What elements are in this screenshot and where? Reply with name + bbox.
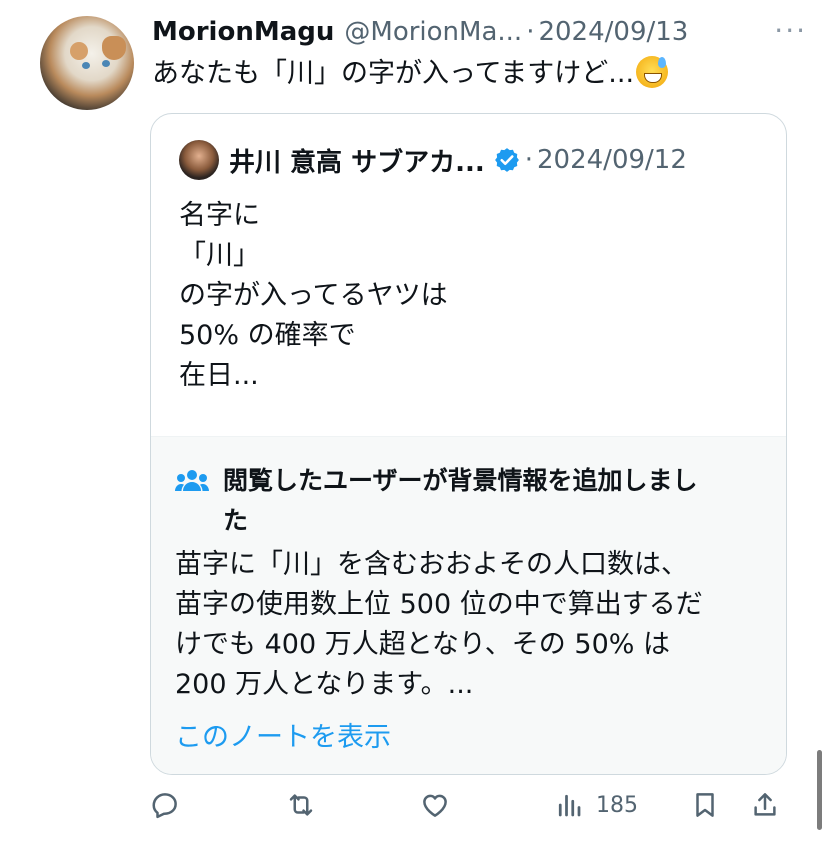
quoted-avatar[interactable] — [179, 140, 219, 180]
reply-icon — [152, 793, 177, 819]
more-options-button[interactable]: ··· — [774, 14, 807, 47]
tweet-header: MorionMagu @MorionMa... · 2024/09/13 ··· — [152, 14, 807, 50]
retweet-icon — [289, 794, 313, 816]
quoted-display-name[interactable]: 井川 意高 サブアカ... — [229, 142, 485, 179]
share-icon — [754, 793, 776, 816]
avatar-ear — [70, 42, 88, 60]
avatar-eye — [102, 60, 110, 67]
grinning-sweat-emoji — [636, 56, 669, 88]
quoted-line: 50% の確率で — [179, 320, 356, 351]
note-title: 閲覧したユーザーが背景情報を追加しまし た — [223, 461, 762, 541]
show-note-link[interactable]: このノートを表示 — [175, 715, 391, 754]
reply-button[interactable] — [150, 790, 180, 820]
note-line: 苗字に「川」を含むおおよその人口数は、 — [175, 549, 688, 580]
avatar-eye — [82, 62, 90, 69]
community-note: 閲覧したユーザーが背景情報を追加しまし た 苗字に「川」を含むおおよその人口数は… — [151, 436, 786, 774]
views-icon — [558, 794, 581, 817]
tweet-text: あなたも「川」の字が入ってますけど... — [152, 54, 669, 94]
bookmark-icon — [696, 793, 714, 817]
verified-badge-icon — [494, 148, 519, 172]
separator: · — [524, 145, 534, 175]
tweet-date[interactable]: 2024/09/13 — [538, 17, 688, 47]
avatar-ear — [102, 36, 126, 60]
note-title-line: た — [223, 506, 249, 535]
quoted-line: 在日... — [179, 360, 259, 391]
separator: · — [526, 17, 535, 47]
quoted-date[interactable]: 2024/09/12 — [537, 145, 687, 175]
views-count: 185 — [596, 792, 638, 818]
avatar[interactable] — [40, 16, 134, 110]
note-line: 苗字の使用数上位 500 位の中で算出するだ — [175, 589, 703, 620]
share-button[interactable] — [750, 790, 780, 820]
note-text: 苗字に「川」を含むおおよその人口数は、 苗字の使用数上位 500 位の中で算出す… — [175, 545, 764, 705]
views-button[interactable]: 185 — [554, 790, 638, 820]
quoted-line: の字が入ってるヤツは — [179, 280, 448, 311]
display-name[interactable]: MorionMagu — [152, 17, 334, 47]
quoted-tweet-text: 名字に 「川」 の字が入ってるヤツは 50% の確率で 在日... — [179, 196, 448, 396]
quoted-line: 「川」 — [179, 240, 260, 271]
quoted-tweet-header: 井川 意高 サブアカ... · 2024/09/12 — [179, 140, 687, 180]
note-line: けでも 400 万人超となり、その 50% は — [175, 629, 670, 660]
tweet-text-content: あなたも「川」の字が入ってますけど... — [152, 58, 635, 89]
community-notes-icon — [175, 470, 209, 491]
scrollbar[interactable] — [817, 750, 822, 830]
action-bar: 185 — [150, 790, 790, 830]
retweet-button[interactable] — [286, 790, 316, 820]
user-handle[interactable]: @MorionMa... — [344, 17, 522, 47]
note-title-line: 閲覧したユーザーが背景情報を追加しまし — [223, 466, 698, 495]
heart-icon — [423, 794, 447, 817]
quoted-line: 名字に — [179, 200, 260, 231]
quoted-tweet[interactable]: 井川 意高 サブアカ... · 2024/09/12 名字に 「川」 の字が入っ… — [150, 113, 787, 775]
bookmark-button[interactable] — [690, 790, 720, 820]
note-line: 200 万人となります。... — [175, 669, 474, 700]
like-button[interactable] — [420, 790, 450, 820]
